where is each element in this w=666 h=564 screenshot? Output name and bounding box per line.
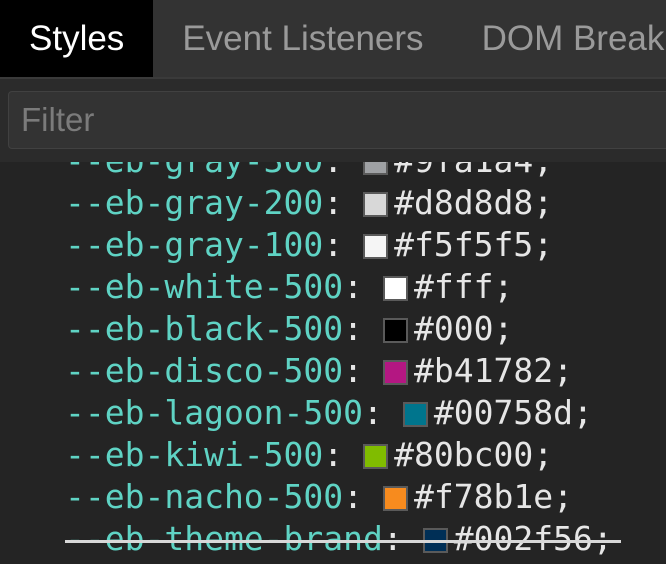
color-swatch[interactable] <box>363 234 389 259</box>
property-colon: : <box>382 519 403 558</box>
property-value[interactable]: #fff <box>414 267 493 306</box>
color-swatch[interactable] <box>363 444 389 469</box>
styles-pane[interactable]: --eb-gray-300: #9fa1a4; --eb-gray-200: #d8d… <box>0 162 666 564</box>
property-semicolon: ; <box>592 519 613 558</box>
property-name[interactable]: --eb-disco-500 <box>65 351 343 390</box>
color-swatch[interactable] <box>383 318 409 343</box>
property-semicolon: ; <box>493 267 514 306</box>
property-semicolon: ; <box>572 393 593 432</box>
tab-styles[interactable]: Styles <box>0 0 154 77</box>
filter-input[interactable] <box>8 91 666 149</box>
property-semicolon: ; <box>533 162 553 180</box>
sidebar-tab-bar: Styles Event Listeners DOM Breakpoints <box>0 0 666 77</box>
css-property-row[interactable]: --eb-disco-500: #b41782; <box>0 350 613 392</box>
property-semicolon: ; <box>553 477 573 516</box>
css-property-row[interactable]: --eb-white-500: #fff; <box>0 266 613 308</box>
property-value[interactable]: #00758d <box>434 393 573 432</box>
css-property-row[interactable]: --eb-gray-200: #d8d8d8; <box>0 182 613 224</box>
property-name[interactable]: --eb-gray-300 <box>65 162 323 180</box>
css-property-row[interactable]: --eb-gray-300: #9fa1a4; <box>0 162 613 182</box>
color-swatch[interactable] <box>363 192 389 217</box>
tab-dom-breakpoints[interactable]: DOM Breakpoints <box>453 0 666 77</box>
color-swatch[interactable] <box>383 360 409 385</box>
property-name[interactable]: --eb-black-500 <box>65 309 343 348</box>
css-property-row[interactable]: --eb-lagoon-500: #00758d; <box>0 392 613 434</box>
property-value[interactable]: #f78b1e <box>414 477 553 516</box>
property-colon: : <box>323 162 343 180</box>
property-name[interactable]: --eb-gray-200 <box>65 183 323 222</box>
property-name[interactable]: --eb-gray-100 <box>65 225 323 264</box>
property-semicolon: ; <box>533 435 554 474</box>
color-swatch[interactable] <box>363 162 389 175</box>
property-value[interactable]: #b41782 <box>414 351 553 390</box>
property-name[interactable]: --eb-kiwi-500 <box>65 435 323 474</box>
property-name[interactable]: --eb-nacho-500 <box>65 477 343 516</box>
property-semicolon: ; <box>553 351 573 390</box>
property-value[interactable]: #d8d8d8 <box>394 183 533 222</box>
property-name[interactable]: --eb-theme-brand <box>65 519 383 558</box>
property-name[interactable]: --eb-lagoon-500 <box>65 393 363 432</box>
property-colon: : <box>323 435 344 474</box>
css-property-row[interactable]: --eb-black-500: #000; <box>0 308 613 350</box>
color-swatch[interactable] <box>383 276 409 301</box>
property-semicolon: ; <box>533 225 554 264</box>
property-value[interactable]: #f5f5f5 <box>394 225 533 264</box>
property-colon: : <box>343 309 364 348</box>
property-name[interactable]: --eb-white-500 <box>65 267 343 306</box>
property-colon: : <box>343 351 364 390</box>
css-property-row[interactable]: --eb-gray-100: #f5f5f5; <box>0 224 613 266</box>
filter-bar <box>0 77 666 162</box>
overridden-strikethrough <box>65 540 621 543</box>
css-property-row[interactable]: --eb-kiwi-500: #80bc00; <box>0 434 613 476</box>
property-semicolon: ; <box>493 309 514 348</box>
property-value[interactable]: #002f56 <box>454 519 593 558</box>
css-property-list: --eb-gray-300: #9fa1a4; --eb-gray-200: #d8d… <box>0 162 621 560</box>
color-swatch[interactable] <box>402 402 428 427</box>
property-value[interactable]: #80bc00 <box>394 435 533 474</box>
tab-event-listeners[interactable]: Event Listeners <box>153 0 452 77</box>
property-colon: : <box>323 183 344 222</box>
property-semicolon: ; <box>533 183 554 222</box>
color-swatch[interactable] <box>383 486 409 511</box>
property-colon: : <box>343 477 364 516</box>
css-property-row[interactable]: --eb-nacho-500: #f78b1e; <box>0 476 613 518</box>
property-colon: : <box>323 225 344 264</box>
property-value[interactable]: #9fa1a4 <box>394 162 533 180</box>
property-colon: : <box>363 393 383 432</box>
property-value[interactable]: #000 <box>414 309 493 348</box>
css-property-row[interactable]: --eb-theme-brand: #002f56; <box>0 518 621 560</box>
property-colon: : <box>343 267 364 306</box>
